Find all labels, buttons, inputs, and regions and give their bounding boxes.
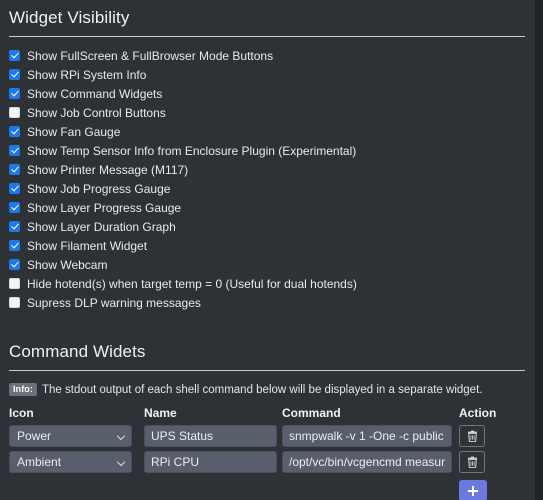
column-header-name: Name — [144, 406, 177, 420]
widget-visibility-list: Show FullScreen & FullBrowser Mode Butto… — [9, 46, 525, 312]
visibility-option-label: Show Command Widgets — [27, 86, 163, 101]
widget-visibility-heading: Widget Visibility — [9, 8, 130, 27]
checkbox-unchecked-icon[interactable] — [9, 278, 20, 289]
visibility-option-row[interactable]: Supress DLP warning messages — [9, 293, 525, 312]
column-header-command: Command — [282, 406, 341, 420]
checkbox-checked-icon[interactable] — [9, 183, 20, 194]
checkbox-unchecked-icon[interactable] — [9, 297, 20, 308]
visibility-option-label: Show RPi System Info — [27, 67, 147, 82]
section-divider-visibility — [9, 36, 525, 37]
checkbox-checked-icon[interactable] — [9, 240, 20, 251]
visibility-option-label: Hide hotend(s) when target temp = 0 (Use… — [27, 276, 357, 291]
checkbox-checked-icon[interactable] — [9, 145, 20, 156]
command-widgets-heading: Command Widets — [9, 342, 146, 361]
command-input[interactable] — [282, 425, 452, 447]
checkbox-checked-icon[interactable] — [9, 50, 20, 61]
visibility-option-row[interactable]: Hide hotend(s) when target temp = 0 (Use… — [9, 274, 525, 293]
scrollbar-track[interactable] — [535, 0, 543, 500]
visibility-option-label: Show Job Control Buttons — [27, 105, 166, 120]
visibility-option-row[interactable]: Show Filament Widget — [9, 236, 525, 255]
visibility-option-label: Show Printer Message (M117) — [27, 162, 189, 177]
settings-page: Widget Visibility Show FullScreen & Full… — [0, 0, 543, 500]
add-command-button[interactable] — [459, 480, 487, 500]
command-widgets-section: Command Widets Info: The stdout output o… — [9, 334, 525, 500]
visibility-option-label: Show FullScreen & FullBrowser Mode Butto… — [27, 48, 274, 63]
visibility-option-label: Show Layer Duration Graph — [27, 219, 176, 234]
visibility-option-row[interactable]: Show Printer Message (M117) — [9, 160, 525, 179]
checkbox-checked-icon[interactable] — [9, 164, 20, 175]
table-header-row: Icon Name Command Action — [9, 406, 527, 425]
section-divider-commands — [9, 370, 525, 371]
visibility-option-row[interactable]: Show Webcam — [9, 255, 525, 274]
visibility-option-label: Show Temp Sensor Info from Enclosure Plu… — [27, 143, 357, 158]
icon-select-wrapper: PowerAmbient — [9, 451, 132, 473]
delete-command-button[interactable] — [459, 425, 485, 447]
visibility-option-row[interactable]: Show FullScreen & FullBrowser Mode Butto… — [9, 46, 525, 65]
visibility-option-row[interactable]: Show Temp Sensor Info from Enclosure Plu… — [9, 141, 525, 160]
visibility-option-label: Show Filament Widget — [27, 238, 148, 253]
visibility-option-label: Show Fan Gauge — [27, 124, 121, 139]
command-widgets-table: Icon Name Command Action PowerAmbient Pow… — [9, 406, 527, 500]
command-input[interactable] — [282, 451, 452, 473]
checkbox-checked-icon[interactable] — [9, 126, 20, 137]
visibility-option-label: Show Webcam — [27, 257, 108, 272]
checkbox-unchecked-icon[interactable] — [9, 107, 20, 118]
checkbox-checked-icon[interactable] — [9, 69, 20, 80]
plus-icon — [468, 486, 478, 496]
visibility-option-label: Supress DLP warning messages — [27, 295, 201, 310]
checkbox-checked-icon[interactable] — [9, 259, 20, 270]
info-line: Info: The stdout output of each shell co… — [9, 382, 525, 397]
checkbox-checked-icon[interactable] — [9, 202, 20, 213]
trash-icon — [467, 456, 477, 468]
icon-select[interactable]: PowerAmbient — [9, 451, 132, 473]
info-text: The stdout output of each shell command … — [42, 383, 483, 396]
settings-content: Widget Visibility Show FullScreen & Full… — [0, 0, 535, 500]
table-row: PowerAmbient — [9, 451, 527, 477]
visibility-option-row[interactable]: Show Command Widgets — [9, 84, 525, 103]
visibility-option-row[interactable]: Show RPi System Info — [9, 65, 525, 84]
name-input[interactable] — [144, 451, 277, 473]
visibility-option-row[interactable]: Show Job Progress Gauge — [9, 179, 525, 198]
name-input[interactable] — [144, 425, 277, 447]
add-row — [9, 477, 527, 500]
visibility-option-row[interactable]: Show Layer Duration Graph — [9, 217, 525, 236]
visibility-option-row[interactable]: Show Fan Gauge — [9, 122, 525, 141]
checkbox-checked-icon[interactable] — [9, 221, 20, 232]
visibility-option-label: Show Job Progress Gauge — [27, 181, 171, 196]
checkbox-checked-icon[interactable] — [9, 88, 20, 99]
visibility-option-row[interactable]: Show Layer Progress Gauge — [9, 198, 525, 217]
visibility-option-row[interactable]: Show Job Control Buttons — [9, 103, 525, 122]
column-header-icon: Icon — [9, 406, 34, 420]
info-badge: Info: — [9, 383, 37, 396]
trash-icon — [467, 430, 477, 442]
table-row: PowerAmbient — [9, 425, 527, 451]
icon-select[interactable]: PowerAmbient — [9, 425, 132, 447]
visibility-option-label: Show Layer Progress Gauge — [27, 200, 182, 215]
delete-command-button[interactable] — [459, 451, 485, 473]
column-header-action: Action — [459, 406, 497, 420]
icon-select-wrapper: PowerAmbient — [9, 425, 132, 447]
